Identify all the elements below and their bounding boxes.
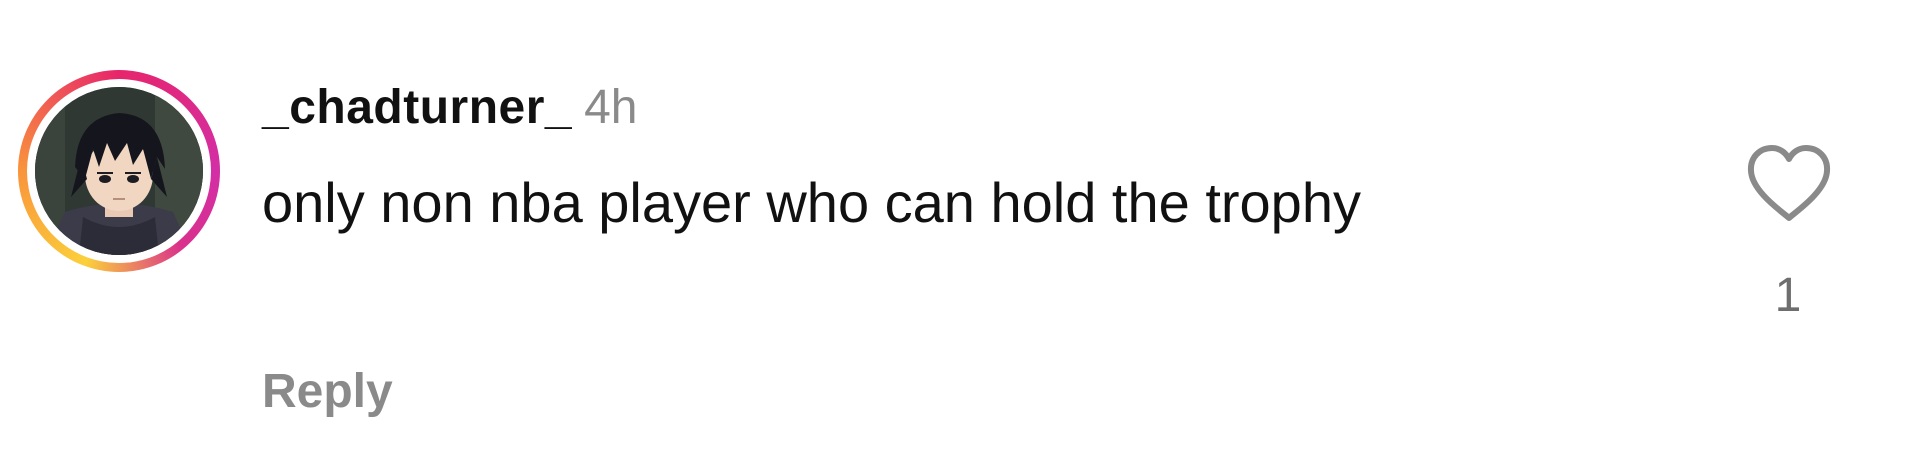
avatar-image <box>35 87 203 255</box>
like-count: 1 <box>1774 269 1802 322</box>
timestamp: 4h <box>584 81 638 134</box>
like-button[interactable] <box>1746 144 1832 224</box>
username-link[interactable]: _chadturner_ <box>262 81 572 134</box>
avatar[interactable] <box>35 87 203 255</box>
comment-row: _chadturner_ 4h only non nba player who c… <box>0 0 1920 467</box>
reply-button[interactable]: Reply <box>262 362 393 422</box>
comment-text: only non nba player who can hold the tro… <box>262 171 1361 234</box>
heart-outline-icon <box>1747 145 1831 221</box>
story-ring[interactable] <box>18 70 220 272</box>
comment-header: _chadturner_ 4h <box>262 78 638 138</box>
